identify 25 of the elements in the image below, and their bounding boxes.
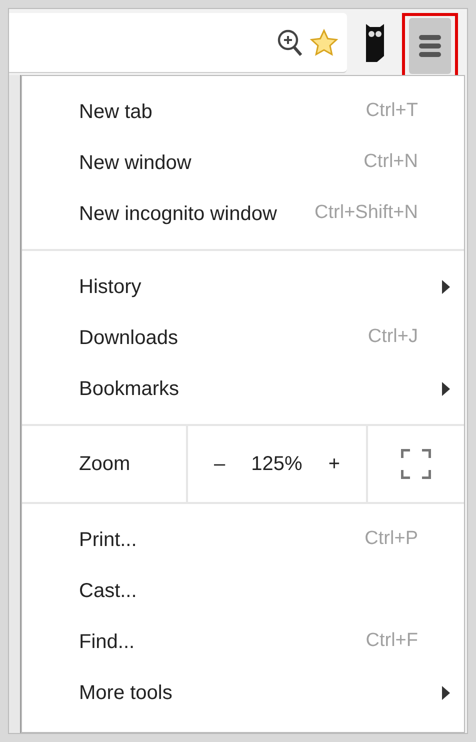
menu-item[interactable]: Bookmarks <box>22 363 464 414</box>
shortcut-label: Ctrl+Shift+N <box>314 201 418 226</box>
zoom-level: 125% <box>251 452 302 477</box>
menu-item[interactable]: New tab Ctrl+T <box>22 86 464 137</box>
zoom-in-button[interactable]: + <box>324 449 344 479</box>
menu-item[interactable]: History <box>22 261 464 312</box>
shortcut-label: Ctrl+T <box>366 99 418 124</box>
shortcut-label: Ctrl+P <box>364 527 418 552</box>
menu-item[interactable]: New incognito window Ctrl+Shift+N <box>22 188 464 239</box>
zoom-out-button[interactable]: – <box>210 449 230 479</box>
menu-item[interactable]: Find... Ctrl+F <box>22 616 464 667</box>
zoom-label: Zoom <box>78 452 132 477</box>
star-icon[interactable] <box>309 28 339 58</box>
zoom-in-icon[interactable] <box>277 28 303 56</box>
menu-item[interactable]: Cast... <box>22 565 464 616</box>
menu-item[interactable]: Downloads Ctrl+J <box>22 312 464 363</box>
shortcut-label: Ctrl+F <box>366 629 418 654</box>
fullscreen-icon[interactable] <box>401 449 431 479</box>
menu-item[interactable]: New window Ctrl+N <box>22 137 464 188</box>
menu-item[interactable]: More tools <box>22 667 464 718</box>
shortcut-label: Ctrl+N <box>364 150 418 174</box>
owl-icon[interactable] <box>364 22 386 64</box>
menu-icon <box>419 34 441 58</box>
shortcut-label: Ctrl+J <box>368 325 418 350</box>
menu-item[interactable]: Print... Ctrl+P <box>22 514 464 565</box>
